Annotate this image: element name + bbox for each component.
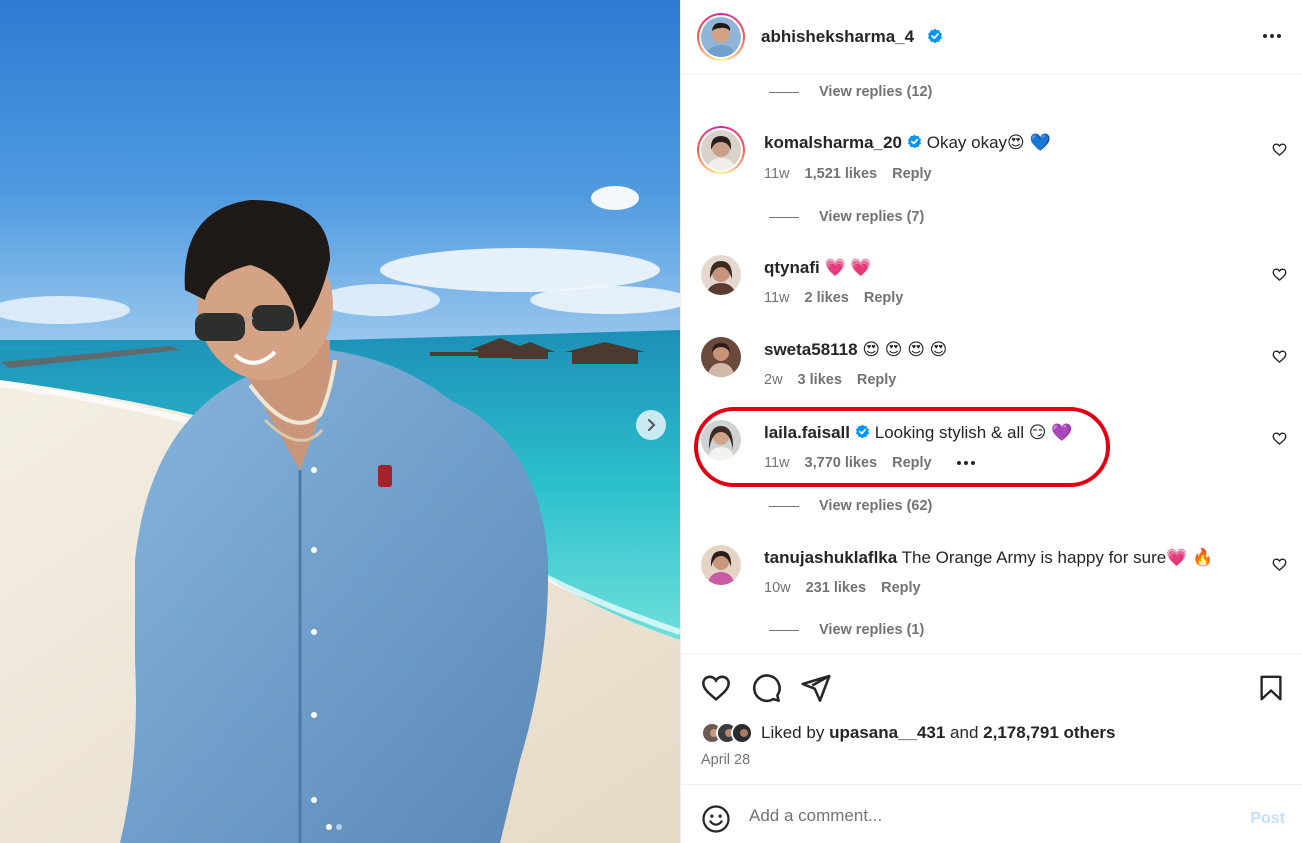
comment-age: 10w — [764, 580, 791, 596]
liker-avatars[interactable] — [701, 722, 753, 744]
beach-photo-illustration — [0, 0, 680, 843]
verified-badge-icon — [907, 134, 922, 154]
like-comment-heart-icon[interactable] — [1272, 267, 1287, 282]
comment-username[interactable]: qtynafi — [764, 258, 820, 277]
comment-text: Okay okay😍 💙 — [926, 133, 1051, 152]
bookmark-icon[interactable] — [1256, 672, 1286, 704]
view-replies-button[interactable]: View replies (7) — [769, 209, 924, 225]
carousel-next-button[interactable] — [636, 410, 666, 440]
comment-text: 💗 💗 — [824, 258, 872, 277]
view-replies-button[interactable]: View replies (62) — [769, 498, 932, 514]
reply-button[interactable]: Reply — [881, 580, 921, 596]
carousel-dot — [336, 824, 342, 830]
comment-age: 11w — [764, 290, 790, 306]
post-header: abhisheksharma_4 — [681, 0, 1302, 75]
likes-summary: Liked by upasana__431 and 2,178,791 othe… — [701, 722, 1115, 744]
carousel-dot-active — [326, 824, 332, 830]
more-horizontal-icon — [1263, 34, 1267, 38]
post-comment-button[interactable]: Post — [1250, 810, 1285, 828]
post-side-panel: abhisheksharma_4 View replies (12) komal… — [680, 0, 1302, 843]
heart-icon[interactable] — [700, 672, 732, 704]
post-actions: Liked by upasana__431 and 2,178,791 othe… — [681, 653, 1302, 783]
comment-username[interactable]: komalsharma_20 — [764, 133, 902, 152]
view-replies-button[interactable]: View replies (1) — [769, 622, 924, 638]
author-username[interactable]: abhisheksharma_4 — [761, 27, 914, 47]
comment-text: The Orange Army is happy for sure💗 🔥 — [901, 548, 1214, 567]
reply-button[interactable]: Reply — [892, 166, 932, 182]
commenter-avatar[interactable] — [701, 545, 741, 585]
like-comment-heart-icon[interactable] — [1272, 557, 1287, 572]
comment-likes[interactable]: 3 likes — [798, 372, 842, 388]
comment-input[interactable] — [749, 802, 1219, 830]
smiley-icon[interactable] — [701, 804, 731, 834]
reply-button[interactable]: Reply — [857, 372, 897, 388]
like-comment-heart-icon[interactable] — [1272, 431, 1287, 446]
liked-by-and: and — [950, 723, 979, 742]
reply-button[interactable]: Reply — [892, 455, 932, 471]
comment-options-button[interactable] — [956, 461, 975, 465]
verified-badge-icon — [855, 424, 870, 444]
instagram-post-view: { "colors": { "accent": "#0095f6", "post… — [0, 0, 1302, 843]
more-horizontal-icon — [956, 461, 961, 465]
view-replies-button[interactable]: View replies (12) — [769, 84, 932, 100]
commenter-avatar[interactable] — [697, 126, 745, 174]
commenter-avatar[interactable] — [701, 337, 741, 377]
chevron-right-icon — [648, 419, 656, 431]
reply-button[interactable]: Reply — [864, 290, 904, 306]
commenter-avatar[interactable] — [701, 420, 741, 460]
share-icon[interactable] — [800, 672, 832, 704]
comment-likes[interactable]: 231 likes — [806, 580, 866, 596]
comment-age: 2w — [764, 372, 783, 388]
verified-badge-icon — [927, 28, 943, 49]
comment-age: 11w — [764, 166, 790, 182]
liked-by-others[interactable]: 2,178,791 others — [983, 723, 1115, 743]
liked-by-user[interactable]: upasana__431 — [829, 723, 945, 743]
comment-username[interactable]: sweta58118 — [764, 340, 858, 359]
post-date[interactable]: April 28 — [701, 752, 750, 768]
carousel-indicator — [326, 824, 342, 830]
comment-username[interactable]: tanujashuklaflka — [764, 548, 897, 567]
like-comment-heart-icon[interactable] — [1272, 349, 1287, 364]
comment-icon[interactable] — [750, 672, 782, 704]
comment-likes[interactable]: 2 likes — [805, 290, 849, 306]
comment-likes[interactable]: 1,521 likes — [805, 166, 878, 182]
like-comment-heart-icon[interactable] — [1272, 142, 1287, 157]
post-options-button[interactable] — [1263, 34, 1281, 38]
comment-age: 11w — [764, 455, 790, 471]
comment-likes[interactable]: 3,770 likes — [805, 455, 878, 471]
comment-username[interactable]: laila.faisall — [764, 423, 850, 442]
comment-text: Looking stylish & all 😏 💜 — [874, 423, 1073, 442]
liked-by-prefix: Liked by — [761, 723, 825, 742]
author-avatar[interactable] — [697, 13, 745, 61]
comment-composer: Post — [681, 784, 1302, 843]
comment-text: 😍 😍 😍 😍 — [862, 340, 948, 359]
commenter-avatar[interactable] — [701, 255, 741, 295]
post-photo[interactable] — [0, 0, 680, 843]
comments-list: View replies (12) komalsharma_20 Okay ok… — [681, 76, 1302, 653]
